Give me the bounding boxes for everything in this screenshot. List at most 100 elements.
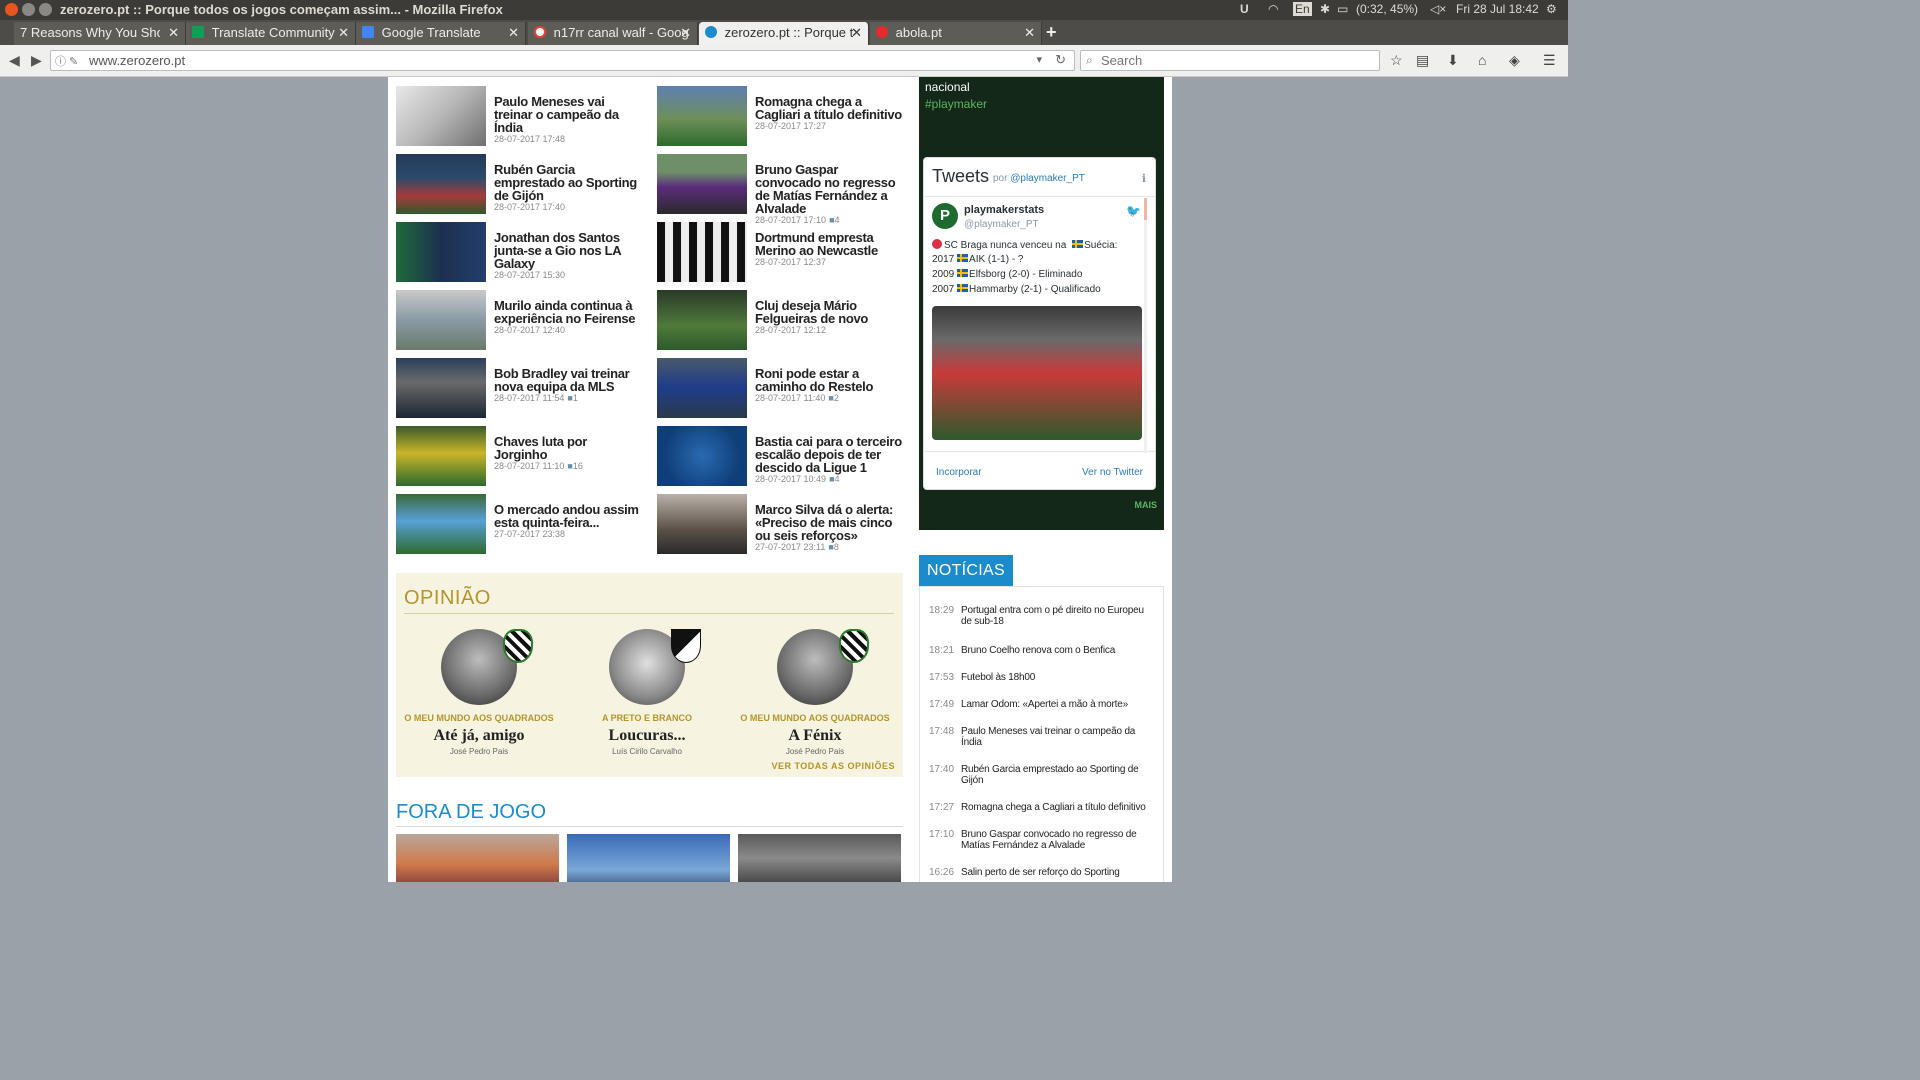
news-item[interactable]: Romagna chega a Cagliari a título defini… — [657, 86, 907, 148]
news-item[interactable]: O mercado andou assim esta quinta-feira.… — [396, 494, 646, 556]
news-item[interactable]: Bob Bradley vai treinar nova equipa da M… — [396, 358, 646, 420]
hamburger-menu-icon[interactable]: ☰ — [1543, 52, 1556, 69]
news-item[interactable]: Chaves luta por Jorginho 28-07-2017 11:10… — [396, 426, 646, 488]
url-dropdown-chevron-icon[interactable]: ▾ — [1036, 53, 1042, 66]
volume-icon[interactable]: ◁× — [1430, 2, 1446, 16]
news-thumbnail[interactable] — [657, 290, 747, 350]
news-thumbnail[interactable] — [657, 86, 747, 146]
keyboard-layout[interactable]: En — [1293, 2, 1312, 16]
ubuntu-one-icon[interactable]: U — [1240, 2, 1249, 16]
bookmark-star-icon[interactable]: ☆ — [1390, 52, 1403, 69]
back-arrow-icon[interactable]: ◀ — [9, 52, 20, 69]
news-headline[interactable]: Chaves luta por Jorginho — [494, 434, 587, 462]
news-headline[interactable]: Rubén Garcia emprestado ao Sporting de G… — [494, 162, 637, 203]
system-gear-icon[interactable]: ⚙ — [1546, 2, 1557, 16]
url-text[interactable]: www.zerozero.pt — [89, 53, 185, 68]
news-thumbnail[interactable] — [396, 358, 486, 418]
opinion-author[interactable]: Luís Cirilo Carvalho — [564, 747, 730, 756]
comment-count[interactable]: 16 — [573, 461, 583, 471]
comment-count[interactable]: 1 — [573, 393, 578, 403]
news-item[interactable]: Marco Silva dá o alerta: «Preciso de mai… — [657, 494, 907, 556]
news-link[interactable]: Paulo Meneses vai treinar o campeão da Í… — [961, 726, 1153, 748]
opinion-article-title[interactable]: Até já, amigo — [396, 727, 562, 745]
comment-count[interactable]: 2 — [834, 393, 839, 403]
news-link[interactable]: Portugal entra com o pé direito no Europ… — [961, 605, 1153, 627]
news-thumbnail[interactable] — [657, 426, 747, 486]
news-thumbnail[interactable] — [396, 426, 486, 486]
news-link[interactable]: Romagna chega a Cagliari a título defini… — [961, 802, 1153, 813]
fora-de-jogo-thumbnail[interactable] — [738, 834, 901, 882]
clock[interactable]: Fri 28 Jul 18:42 — [1456, 2, 1539, 16]
opinion-article-title[interactable]: A Fénix — [732, 727, 898, 745]
news-thumbnail[interactable] — [396, 222, 486, 282]
news-thumbnail[interactable] — [657, 494, 747, 554]
opinion-author[interactable]: José Pedro Pais — [732, 747, 898, 756]
tab-close-icon[interactable]: ✕ — [851, 25, 862, 41]
tweet-user-handle[interactable]: @playmaker_PT — [964, 219, 1039, 230]
news-thumbnail[interactable] — [396, 290, 486, 350]
opinion-card[interactable]: O MEU MUNDO AOS QUADRADOS Até já, amigo … — [396, 629, 562, 756]
news-headline[interactable]: Romagna chega a Cagliari a título defini… — [755, 94, 902, 122]
news-link[interactable]: Lamar Odom: «Apertei a mão à morte» — [961, 699, 1153, 710]
news-thumbnail[interactable] — [396, 494, 486, 554]
tab-abola[interactable]: abola.pt ✕ — [870, 22, 1042, 45]
playmaker-avatar[interactable]: P — [932, 203, 958, 229]
news-headline[interactable]: Marco Silva dá o alerta: «Preciso de mai… — [755, 502, 893, 543]
tab-google-translate[interactable]: Google Translate ✕ — [356, 22, 526, 45]
view-on-twitter-link[interactable]: Ver no Twitter — [1082, 467, 1143, 478]
news-thumbnail[interactable] — [657, 154, 747, 214]
news-headline[interactable]: Bruno Gaspar convocado no regresso de Ma… — [755, 162, 896, 216]
tab-close-icon[interactable]: ✕ — [168, 25, 179, 41]
opinion-card[interactable]: O MEU MUNDO AOS QUADRADOS A Fénix José P… — [732, 629, 898, 756]
news-headline[interactable]: Murilo ainda continua à experiência no F… — [494, 298, 636, 326]
search-box[interactable]: ⌕ — [1080, 50, 1380, 71]
tab-zerozero[interactable]: zerozero.pt :: Porque t ✕ — [699, 22, 869, 45]
fora-de-jogo-thumbnail[interactable] — [396, 834, 559, 882]
tab-close-icon[interactable]: ✕ — [508, 25, 519, 41]
news-headline[interactable]: Roni pode estar a caminho do Restelo — [755, 366, 873, 394]
window-maximize-button[interactable] — [39, 3, 52, 16]
widget-scrollbar[interactable] — [1144, 198, 1147, 453]
download-arrow-icon[interactable]: ⬇ — [1447, 52, 1459, 69]
window-close-button[interactable] — [5, 3, 18, 16]
home-icon[interactable]: ⌂ — [1478, 52, 1486, 68]
news-headline[interactable]: Paulo Meneses vai treinar o campeão da Í… — [494, 94, 619, 135]
forward-arrow-icon[interactable]: ▶ — [31, 52, 42, 69]
news-item[interactable]: Rubén Garcia emprestado ao Sporting de G… — [396, 154, 646, 216]
news-link[interactable]: Futebol às 18h00 — [961, 672, 1153, 683]
tweet-user-name[interactable]: playmakerstats — [964, 204, 1044, 216]
embed-link[interactable]: Incorporar — [936, 467, 982, 478]
more-link[interactable]: MAIS — [1135, 500, 1158, 510]
new-tab-plus-icon[interactable]: + — [1046, 22, 1057, 43]
reading-list-icon[interactable]: ▤ — [1416, 52, 1429, 69]
wifi-icon[interactable]: ◠ — [1268, 2, 1278, 16]
news-thumbnail[interactable] — [396, 86, 486, 146]
news-link[interactable]: Bruno Gaspar convocado no regresso de Ma… — [961, 829, 1153, 851]
news-headline[interactable]: Bob Bradley vai treinar nova equipa da M… — [494, 366, 630, 394]
reload-icon[interactable]: ↻ — [1055, 52, 1066, 68]
news-link[interactable]: Bruno Coelho renova com o Benfica — [961, 645, 1153, 656]
news-item[interactable]: Murilo ainda continua à experiência no F… — [396, 290, 646, 352]
news-headline[interactable]: O mercado andou assim esta quinta-feira.… — [494, 502, 639, 530]
tab-close-icon[interactable]: ✕ — [338, 25, 349, 41]
bluetooth-icon[interactable]: ✱ — [1320, 2, 1330, 16]
comment-count[interactable]: 4 — [835, 474, 840, 484]
hashtag-link[interactable]: #playmaker — [925, 97, 987, 111]
tab-close-icon[interactable]: ✕ — [680, 25, 691, 41]
tweet-photo[interactable] — [932, 306, 1142, 440]
pocket-icon[interactable]: ◈ — [1509, 52, 1520, 69]
news-thumbnail[interactable] — [657, 222, 747, 282]
news-item[interactable]: Paulo Meneses vai treinar o campeão da Í… — [396, 86, 646, 148]
twitter-timeline-widget[interactable]: Tweets por @playmaker_PT ℹ P playmakerst… — [923, 157, 1156, 490]
all-opinions-link[interactable]: VER TODAS AS OPINIÕES — [771, 761, 895, 771]
news-thumbnail[interactable] — [657, 358, 747, 418]
comment-count[interactable]: 8 — [834, 542, 839, 552]
site-info-icon[interactable]: ⓘ ✎ — [55, 53, 78, 69]
news-link[interactable]: Rubén Garcia emprestado ao Sporting de G… — [961, 764, 1153, 786]
news-item[interactable]: Jonathan dos Santos junta-se a Gio nos L… — [396, 222, 646, 284]
news-item[interactable]: Dortmund empresta Merino ao Newcastle 28-… — [657, 222, 907, 284]
opinion-author[interactable]: José Pedro Pais — [396, 747, 562, 756]
news-headline[interactable]: Cluj deseja Mário Felgueiras de novo — [755, 298, 868, 326]
news-item[interactable]: Bastia cai para o terceiro escalão depoi… — [657, 426, 907, 488]
news-item[interactable]: Bruno Gaspar convocado no regresso de Ma… — [657, 154, 907, 225]
